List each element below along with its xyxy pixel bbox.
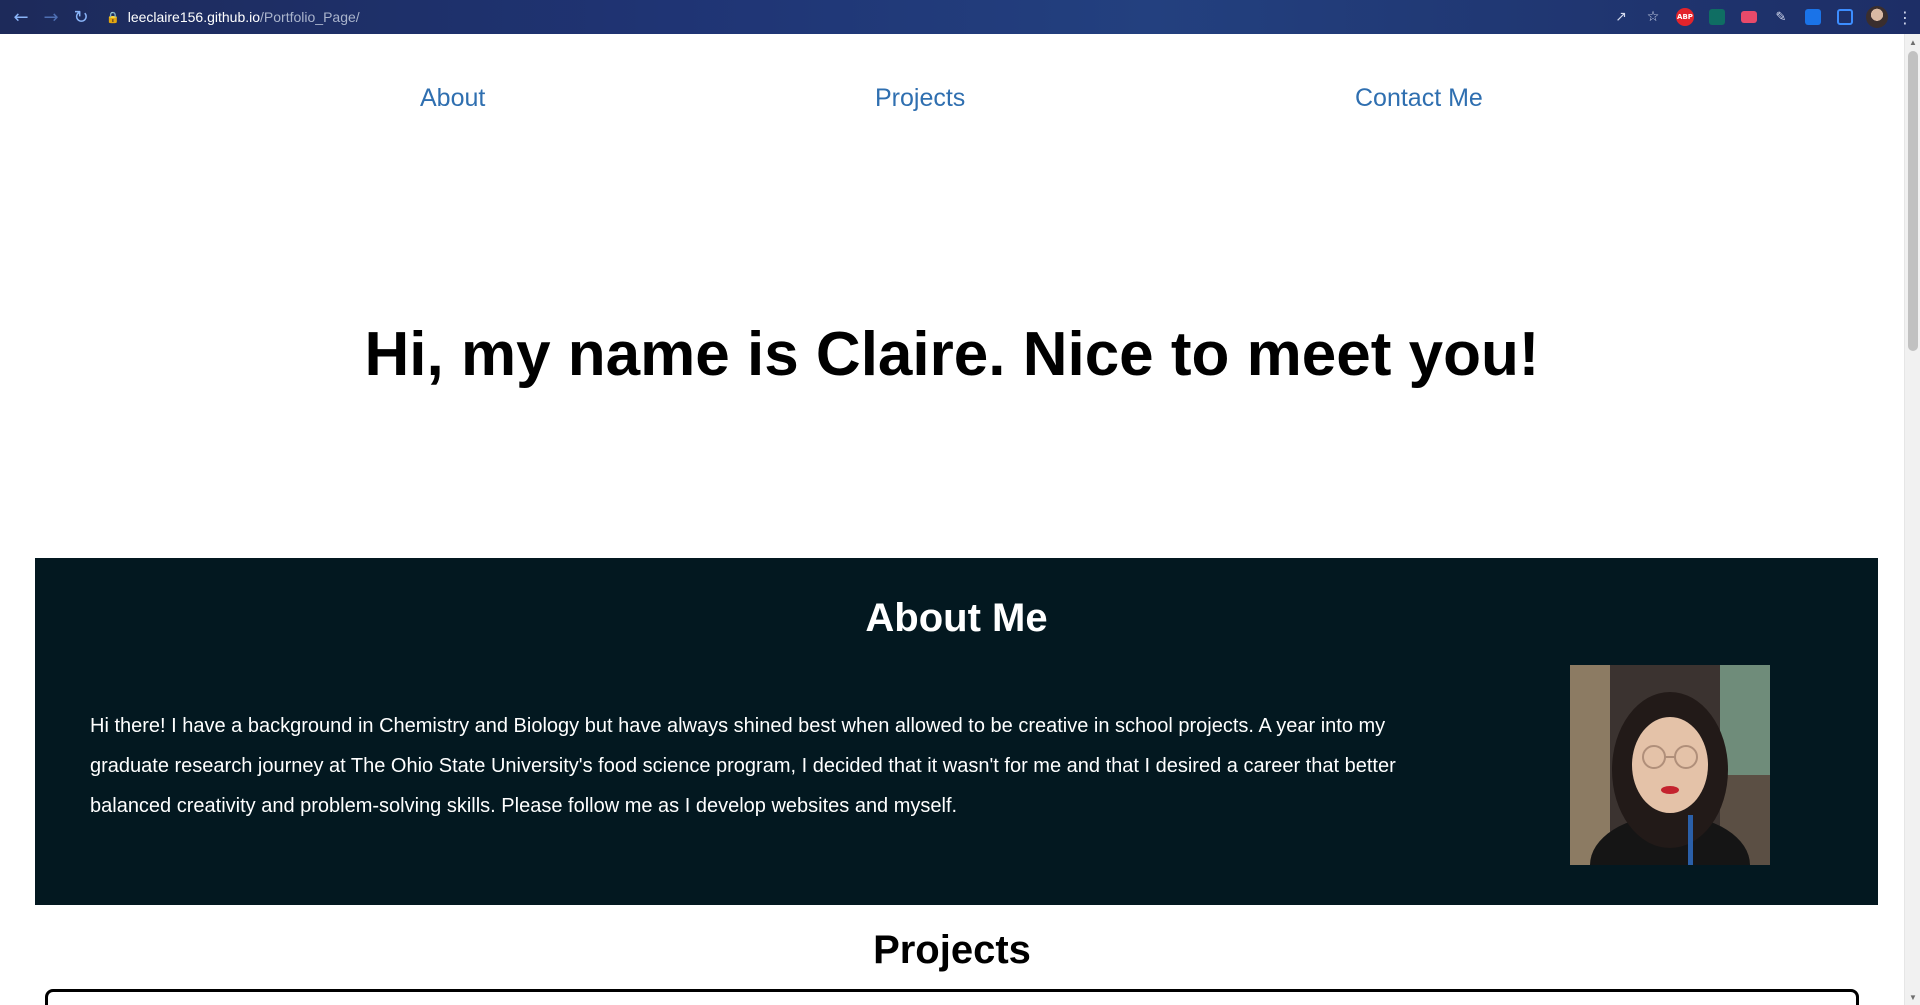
page-scrollbar[interactable]: ▲ ▼ [1904,34,1920,1005]
nav-link-about[interactable]: About [420,84,485,113]
reload-icon[interactable]: ↻ [66,2,96,32]
browser-toolbar: ← → ↻ 🔒 leeclaire156.github.io /Portfoli… [0,0,1920,34]
scroll-down-icon[interactable]: ▼ [1905,989,1920,1005]
star-icon[interactable]: ☆ [1642,6,1664,28]
portrait-image [1570,665,1770,865]
profile-photo [1570,665,1770,865]
extension-icon[interactable] [1706,6,1728,28]
forward-arrow-icon[interactable]: → [36,2,66,32]
about-body: Hi there! I have a background in Chemist… [90,715,1396,817]
about-heading: About Me [865,596,1048,640]
projects-heading: Projects [873,928,1031,972]
pen-extension-icon[interactable]: ✎ [1770,6,1792,28]
url-path: /Portfolio_Page/ [260,9,360,25]
share-icon[interactable]: ↗ [1610,6,1632,28]
record-extension-icon[interactable] [1738,6,1760,28]
page-viewport: About Projects Contact Me Hi, my name is… [0,34,1904,1005]
about-section: About Me Hi there! I have a background i… [35,558,1878,905]
adblock-extension-icon[interactable]: ABP [1674,6,1696,28]
hero-title: Hi, my name is Claire. Nice to meet you! [364,320,1540,389]
url-host: leeclaire156.github.io [127,9,261,25]
lock-icon[interactable]: 🔒 [106,11,120,24]
projects-card [45,989,1859,1005]
back-arrow-icon[interactable]: ← [6,2,36,32]
window-extension-icon[interactable] [1834,6,1856,28]
nav-link-contact[interactable]: Contact Me [1355,84,1483,113]
scrollbar-thumb[interactable] [1908,51,1918,351]
scroll-up-icon[interactable]: ▲ [1905,34,1920,50]
address-bar[interactable]: 🔒 leeclaire156.github.io /Portfolio_Page… [106,5,360,29]
kebab-menu-icon[interactable]: ⋮ [1897,6,1913,28]
profile-avatar[interactable] [1866,6,1888,28]
site-nav: About Projects Contact Me [0,84,1904,124]
nav-link-projects[interactable]: Projects [875,84,965,113]
blue-extension-icon[interactable] [1802,6,1824,28]
